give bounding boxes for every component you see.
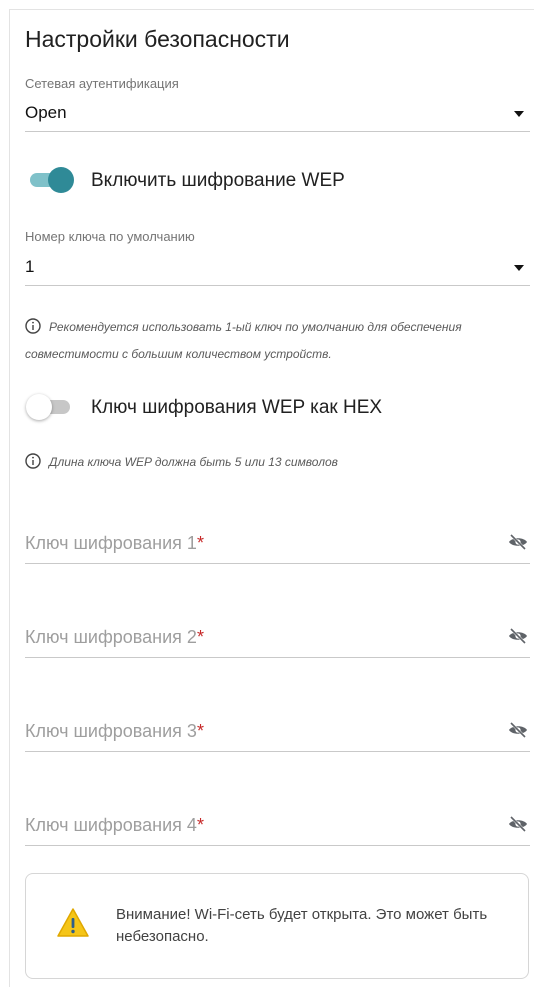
warning-triangle-icon <box>57 908 89 937</box>
info-circle-icon <box>25 318 41 334</box>
key-1-field[interactable]: Ключ шифрования 1* <box>25 523 530 564</box>
key-1-placeholder: Ключ шифрования 1* <box>25 533 204 553</box>
wep-toggle[interactable] <box>30 167 74 193</box>
default-key-value: 1 <box>25 257 35 276</box>
auth-value: Open <box>25 103 67 122</box>
warning-text: Внимание! Wi-Fi-сеть будет открыта. Это … <box>116 906 488 945</box>
key-3-placeholder: Ключ шифрования 3* <box>25 721 204 741</box>
default-key-label: Номер ключа по умолчанию <box>25 229 195 244</box>
eye-off-icon[interactable] <box>508 534 528 550</box>
key-length-hint: Длина ключа WEP должна быть 5 или 13 сим… <box>25 449 530 476</box>
key-4-placeholder: Ключ шифрования 4* <box>25 815 204 835</box>
hex-toggle-label: Ключ шифрования WEP как HEX <box>91 397 383 418</box>
eye-off-icon[interactable] <box>508 816 528 832</box>
panel-border <box>9 9 534 10</box>
caret-down-icon <box>514 111 524 117</box>
default-key-hint: Рекомендуется использовать 1-ый ключ по … <box>25 314 530 368</box>
wep-toggle-label: Включить шифрование WEP <box>91 170 345 191</box>
auth-select[interactable]: Open <box>25 97 530 132</box>
key-2-field[interactable]: Ключ шифрования 2* <box>25 617 530 658</box>
key-3-field[interactable]: Ключ шифрования 3* <box>25 711 530 752</box>
key-2-placeholder: Ключ шифрования 2* <box>25 627 204 647</box>
default-key-hint-text: Рекомендуется использовать 1-ый ключ по … <box>25 320 462 361</box>
key-length-hint-text: Длина ключа WEP должна быть 5 или 13 сим… <box>49 455 338 469</box>
key-4-field[interactable]: Ключ шифрования 4* <box>25 805 530 846</box>
warning-box: Внимание! Wi-Fi-сеть будет открыта. Это … <box>25 873 529 979</box>
eye-off-icon[interactable] <box>508 628 528 644</box>
caret-down-icon <box>514 265 524 271</box>
toggle-knob <box>48 167 74 193</box>
hex-toggle[interactable] <box>26 394 74 420</box>
default-key-select[interactable]: 1 <box>25 251 530 286</box>
panel-border <box>9 9 10 987</box>
toggle-knob <box>26 394 52 420</box>
info-circle-icon <box>25 453 41 469</box>
eye-off-icon[interactable] <box>508 722 528 738</box>
auth-label: Сетевая аутентификация <box>25 76 179 91</box>
section-title: Настройки безопасности <box>25 26 290 52</box>
